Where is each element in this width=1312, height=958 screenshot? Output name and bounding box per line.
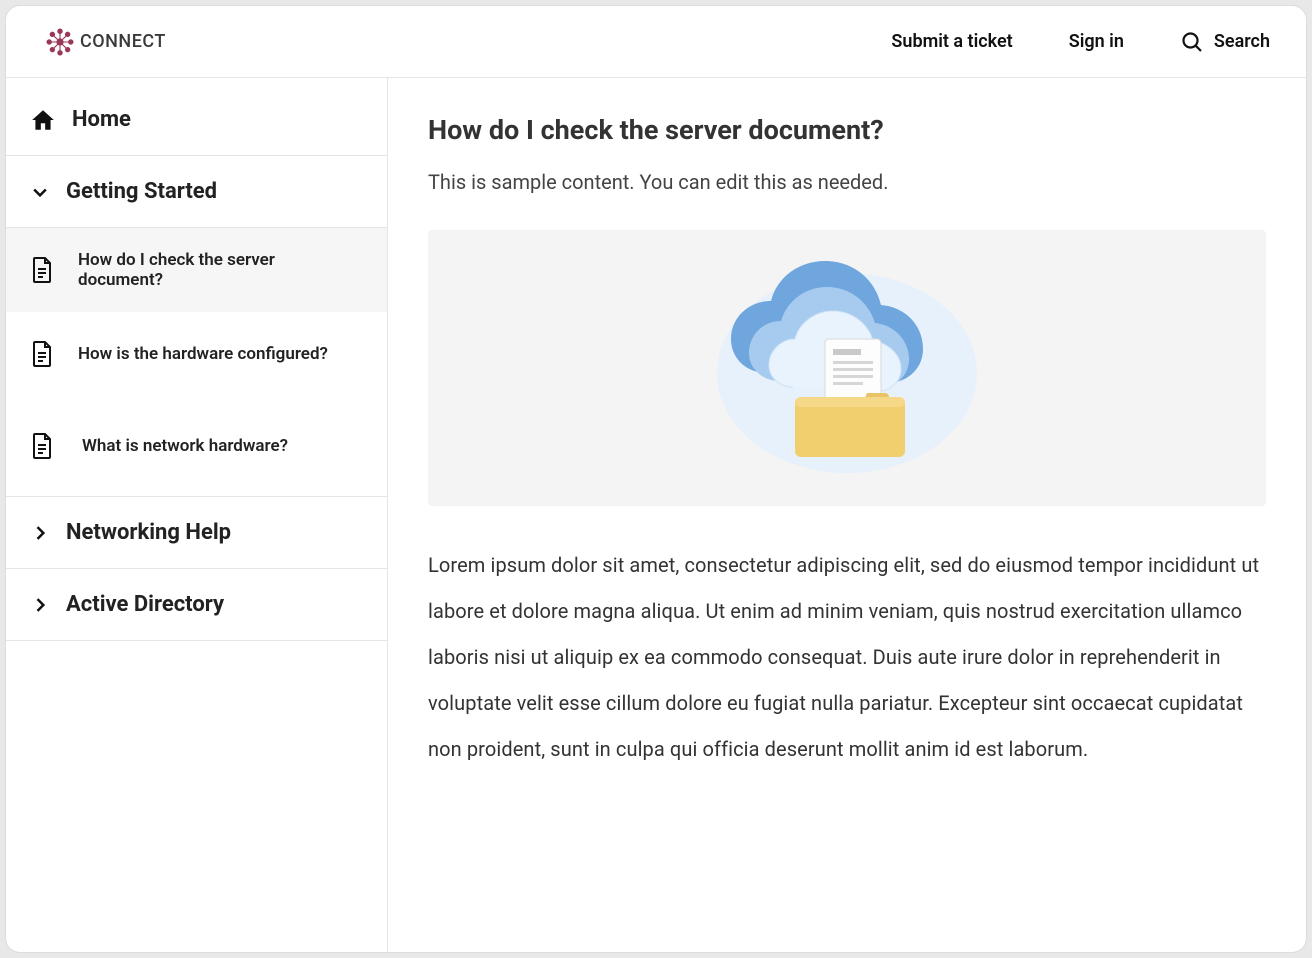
chevron-right-icon [30, 595, 50, 615]
header-nav: Submit a ticket Sign in Search [891, 30, 1270, 54]
sidebar: Home Getting Started [6, 78, 388, 952]
sidebar-section-networking-help[interactable]: Networking Help [6, 497, 387, 569]
body: Home Getting Started [6, 78, 1306, 952]
search-button[interactable]: Search [1180, 30, 1270, 54]
sidebar-subgroup-getting-started: How do I check the server document? How … [6, 228, 387, 497]
home-icon [30, 107, 56, 133]
article-body: Lorem ipsum dolor sit amet, consectetur … [428, 542, 1266, 772]
article-hero-image [428, 230, 1266, 506]
article-title: How do I check the server document? [428, 114, 1266, 146]
header: CONNECT Submit a ticket Sign in Search [6, 6, 1306, 78]
search-label: Search [1214, 31, 1270, 52]
sidebar-section-active-directory[interactable]: Active Directory [6, 569, 387, 641]
submit-ticket-link[interactable]: Submit a ticket [891, 31, 1012, 52]
sidebar-section-label: Active Directory [66, 592, 224, 617]
sidebar-item-network-hardware[interactable]: What is network hardware? [6, 396, 387, 496]
document-icon [30, 256, 54, 284]
chevron-right-icon [30, 523, 50, 543]
sidebar-section-getting-started[interactable]: Getting Started [6, 156, 387, 228]
chevron-down-icon [30, 182, 50, 202]
document-icon [30, 340, 54, 368]
sign-in-link[interactable]: Sign in [1069, 31, 1124, 52]
document-icon [30, 432, 54, 460]
sidebar-section-label: Networking Help [66, 520, 231, 545]
brand-text: CONNECT [80, 31, 166, 52]
sidebar-home-label: Home [72, 107, 131, 132]
sidebar-sub-label: How is the hardware configured? [70, 344, 328, 364]
brand-flower-icon [42, 24, 78, 60]
sidebar-item-home[interactable]: Home [6, 84, 387, 156]
sidebar-item-check-server-document[interactable]: How do I check the server document? [6, 228, 387, 312]
sidebar-sub-label: What is network hardware? [70, 436, 288, 456]
app-frame: CONNECT Submit a ticket Sign in Search [6, 6, 1306, 952]
search-icon [1180, 30, 1204, 54]
sidebar-section-label: Getting Started [66, 179, 217, 204]
cloud-folder-document-icon [697, 253, 997, 483]
article-content: How do I check the server document? This… [388, 78, 1306, 952]
sidebar-sub-label: How do I check the server document? [70, 250, 363, 290]
article-lead: This is sample content. You can edit thi… [428, 170, 1266, 194]
brand-logo[interactable]: CONNECT [42, 24, 166, 60]
sidebar-item-hardware-configured[interactable]: How is the hardware configured? [6, 312, 387, 396]
